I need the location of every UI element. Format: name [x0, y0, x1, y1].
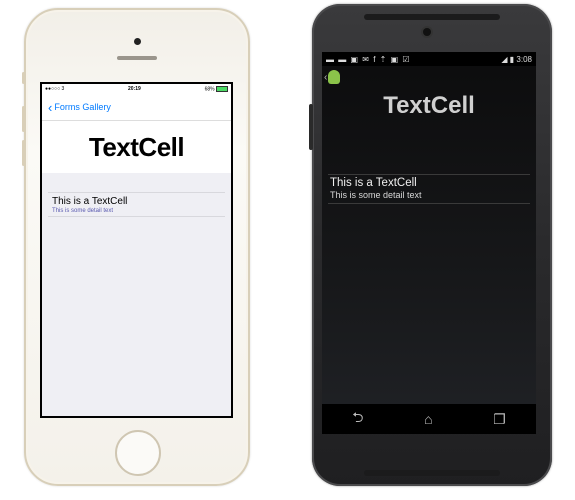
page-title: TextCell	[383, 92, 475, 119]
home-icon[interactable]: ⌂	[424, 411, 432, 427]
cell-text: This is a TextCell	[52, 196, 128, 207]
front-camera	[423, 28, 431, 36]
ios-carrier: ●●○○○ 3	[45, 86, 65, 92]
signal-icon: ◢	[501, 54, 508, 64]
android-device: ▬ ▬ ▣ ✉ f ⇡ ▣ ☑ ◢ ▮ 3:08 ‹ TextCell This…	[309, 4, 552, 486]
ios-screen-inner: ●●○○○ 3 20:19 68% ‹ Forms Gallery TextCe…	[42, 84, 231, 416]
message-icon: ▬	[338, 54, 347, 64]
android-navigation-bar: ⮌ ⌂ ❐	[322, 404, 536, 434]
earpiece-speaker	[117, 56, 157, 60]
android-status-bar: ▬ ▬ ▣ ✉ f ⇡ ▣ ☑ ◢ ▮ 3:08	[322, 52, 536, 66]
volume-up-button	[22, 106, 25, 132]
ios-battery-percent: 68%	[204, 86, 215, 93]
ios-battery-group: 68%	[204, 85, 228, 93]
check-icon: ☑	[402, 54, 410, 64]
volume-down-button	[22, 140, 25, 166]
back-button[interactable]: Forms Gallery	[54, 102, 111, 112]
volume-button	[309, 104, 313, 150]
iphone-device: ●●○○○ 3 20:19 68% ‹ Forms Gallery TextCe…	[22, 8, 250, 486]
text-cell[interactable]: This is a TextCell This is some detail t…	[328, 174, 530, 204]
android-screen: ▬ ▬ ▣ ✉ f ⇡ ▣ ☑ ◢ ▮ 3:08 ‹ TextCell This…	[322, 52, 536, 434]
ios-navigation-bar: ‹ Forms Gallery	[42, 94, 231, 121]
top-speaker-grille	[364, 14, 500, 20]
facebook-icon: f	[373, 54, 376, 64]
front-camera	[134, 38, 141, 45]
stage: ●●○○○ 3 20:19 68% ‹ Forms Gallery TextCe…	[0, 0, 575, 500]
cell-detail-text: This is some detail text	[330, 190, 422, 200]
home-button[interactable]	[115, 430, 161, 476]
text-cell[interactable]: This is a TextCell This is some detail t…	[48, 192, 225, 217]
mute-switch	[22, 72, 25, 84]
back-arrow-icon[interactable]: ⮌	[352, 407, 363, 431]
battery-icon	[215, 85, 228, 92]
android-action-bar[interactable]: ‹	[322, 66, 536, 88]
notification-icons: ▬ ▬ ▣ ✉ f ⇡ ▣ ☑	[326, 55, 412, 64]
ios-time: 20:19	[128, 86, 141, 92]
ios-status-bar: ●●○○○ 3 20:19 68%	[42, 84, 231, 94]
cell-text: This is a TextCell	[330, 177, 417, 189]
ios-table-view: This is a TextCell This is some detail t…	[48, 174, 225, 412]
briefcase-icon: ▣	[390, 54, 399, 64]
cell-detail-text: This is some detail text	[52, 208, 114, 214]
page-title: TextCell	[88, 131, 185, 162]
recents-icon[interactable]: ❐	[493, 411, 506, 428]
mail-icon: ✉	[362, 54, 369, 64]
message-icon: ▬	[326, 54, 334, 64]
bottom-speaker-grille	[364, 470, 500, 476]
android-time: 3:08	[516, 54, 532, 64]
battery-icon: ▮	[509, 54, 515, 64]
chevron-left-icon[interactable]: ‹	[48, 101, 52, 114]
upload-icon: ⇡	[379, 54, 387, 64]
android-status-right: ◢ ▮ 3:08	[501, 55, 532, 64]
ios-title-area: TextCell	[42, 121, 231, 173]
android-logo-icon[interactable]	[328, 70, 341, 84]
ios-screen: ●●○○○ 3 20:19 68% ‹ Forms Gallery TextCe…	[40, 82, 233, 418]
chevron-left-icon[interactable]: ‹	[324, 72, 327, 83]
image-icon: ▣	[350, 54, 359, 64]
